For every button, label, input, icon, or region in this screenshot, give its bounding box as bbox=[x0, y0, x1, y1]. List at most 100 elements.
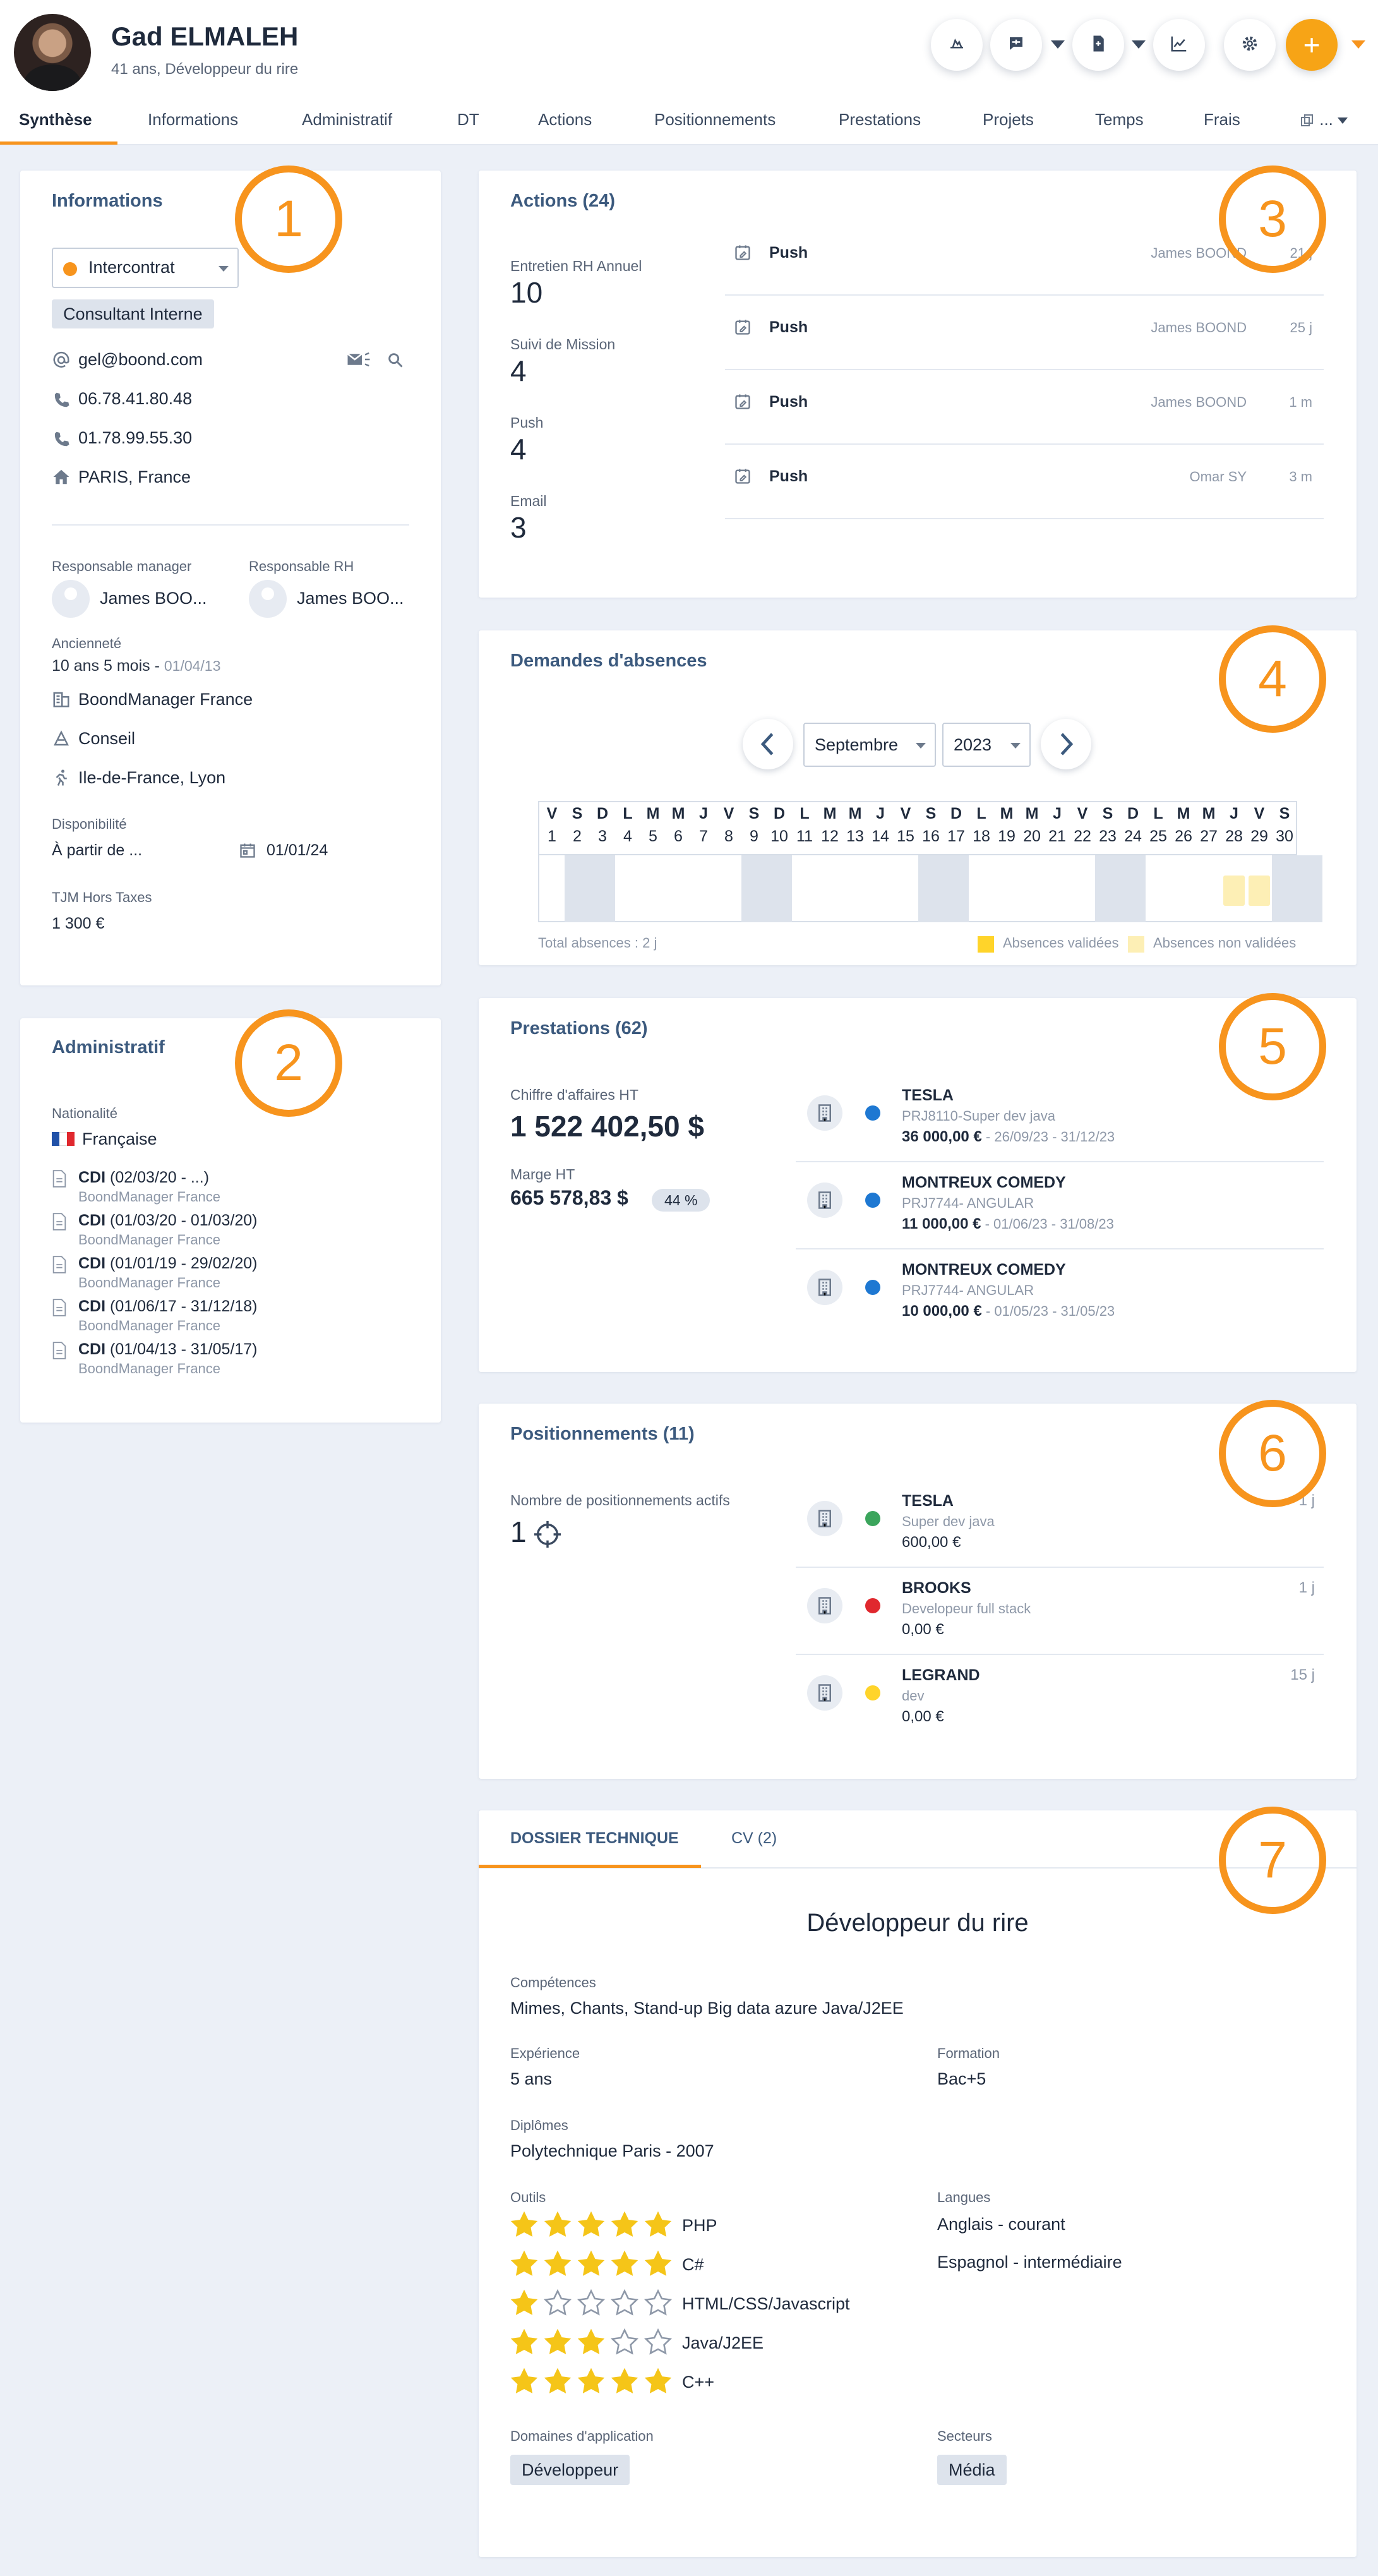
email-value[interactable]: gel@boond.com bbox=[78, 350, 203, 370]
message-dropdown-icon[interactable] bbox=[1051, 40, 1065, 49]
calendar-day[interactable]: 15 bbox=[893, 828, 918, 846]
calendar-day[interactable]: 14 bbox=[868, 828, 893, 846]
building-icon bbox=[815, 1509, 834, 1528]
tab-informations[interactable]: Informations bbox=[148, 110, 238, 129]
calendar-day[interactable]: 22 bbox=[1070, 828, 1095, 846]
calendar-day[interactable]: 13 bbox=[842, 828, 868, 846]
skills-label: Compétences bbox=[510, 1975, 596, 1990]
manager-name[interactable]: James BOO... bbox=[100, 589, 207, 608]
calendar-day[interactable]: 24 bbox=[1120, 828, 1146, 846]
calendar-day[interactable]: 8 bbox=[716, 828, 741, 846]
calendar-day[interactable]: 11 bbox=[792, 828, 817, 846]
contract-line[interactable]: CDI (02/03/20 - ...) bbox=[78, 1169, 209, 1187]
calendar-day[interactable]: 1 bbox=[539, 828, 565, 846]
calendar-day[interactable]: 10 bbox=[767, 828, 792, 846]
next-month-button[interactable] bbox=[1041, 719, 1091, 769]
tab-prestations[interactable]: Prestations bbox=[839, 110, 921, 129]
avatar[interactable] bbox=[14, 14, 91, 91]
phone-1[interactable]: 06.78.41.80.48 bbox=[78, 389, 192, 409]
tab-temps[interactable]: Temps bbox=[1095, 110, 1144, 129]
calendar-edit-icon bbox=[734, 393, 752, 411]
tab-actions[interactable]: Actions bbox=[538, 110, 592, 129]
phone-2[interactable]: 01.78.99.55.30 bbox=[78, 428, 192, 448]
position-company[interactable]: BROOKS bbox=[902, 1579, 971, 1598]
tab-administratif[interactable]: Administratif bbox=[302, 110, 392, 129]
calendar-day[interactable]: 29 bbox=[1247, 828, 1272, 846]
calendar-day[interactable]: 26 bbox=[1171, 828, 1196, 846]
calendar-day[interactable]: 25 bbox=[1146, 828, 1171, 846]
prestation-project[interactable]: PRJ8110-Super dev java bbox=[902, 1108, 1055, 1124]
calendar-day[interactable]: 21 bbox=[1045, 828, 1070, 846]
rh-name[interactable]: James BOO... bbox=[297, 589, 404, 608]
action-user[interactable]: Omar SY bbox=[1190, 469, 1247, 485]
action-stat-value: 4 bbox=[510, 354, 527, 387]
calendar-day[interactable]: 6 bbox=[666, 828, 691, 846]
document-button[interactable] bbox=[1072, 19, 1124, 71]
calendar-day[interactable]: 3 bbox=[590, 828, 615, 846]
calendar-day[interactable]: 7 bbox=[691, 828, 716, 846]
calendar-day[interactable]: 9 bbox=[741, 828, 767, 846]
action-user[interactable]: James BOOND bbox=[1151, 320, 1247, 336]
contract-line[interactable]: CDI (01/04/13 - 31/05/17) bbox=[78, 1340, 258, 1359]
prestation-company[interactable]: TESLA bbox=[902, 1086, 954, 1105]
skills-button[interactable] bbox=[931, 19, 983, 71]
tab-cv[interactable]: CV (2) bbox=[731, 1829, 777, 1848]
stats-button[interactable] bbox=[1153, 19, 1205, 71]
calendar-day[interactable]: 16 bbox=[918, 828, 944, 846]
absence-marker[interactable] bbox=[1223, 876, 1245, 906]
tab-more[interactable]: ... bbox=[1300, 110, 1348, 129]
contract-document-icon bbox=[52, 1170, 67, 1188]
tab-positionnements[interactable]: Positionnements bbox=[654, 110, 776, 129]
informations-card: Informations Intercontrat Consultant Int… bbox=[20, 171, 441, 985]
previous-month-button[interactable] bbox=[743, 719, 793, 769]
tab-dt[interactable]: DT bbox=[457, 110, 479, 129]
marge-percent-badge: 44 % bbox=[652, 1189, 710, 1212]
active-positions-count: 1 bbox=[510, 1515, 527, 1548]
prestation-amount: 36 000,00 € bbox=[902, 1128, 982, 1145]
calendar-day[interactable]: 5 bbox=[640, 828, 666, 846]
contract-line[interactable]: CDI (01/01/19 - 29/02/20) bbox=[78, 1255, 258, 1273]
prestation-company[interactable]: MONTREUX COMEDY bbox=[902, 1261, 1066, 1279]
document-dropdown-icon[interactable] bbox=[1132, 40, 1146, 49]
settings-button[interactable] bbox=[1224, 19, 1276, 71]
contract-line[interactable]: CDI (01/03/20 - 01/03/20) bbox=[78, 1212, 258, 1230]
position-role[interactable]: Developeur full stack bbox=[902, 1601, 1031, 1617]
tool-name: Java/J2EE bbox=[682, 2333, 764, 2352]
calendar-day[interactable]: 4 bbox=[615, 828, 640, 846]
month-select[interactable]: Septembre bbox=[803, 723, 936, 767]
position-company[interactable]: LEGRAND bbox=[902, 1666, 980, 1685]
send-email-icon[interactable] bbox=[346, 350, 371, 369]
position-role[interactable]: dev bbox=[902, 1688, 924, 1704]
calendar-day[interactable]: 17 bbox=[944, 828, 969, 846]
search-icon[interactable] bbox=[386, 351, 404, 369]
prestation-company[interactable]: MONTREUX COMEDY bbox=[902, 1174, 1066, 1192]
actions-title: Actions (24) bbox=[510, 191, 615, 211]
calendar-day[interactable]: 20 bbox=[1019, 828, 1045, 846]
action-user[interactable]: James BOOND bbox=[1151, 394, 1247, 411]
year-select[interactable]: 2023 bbox=[942, 723, 1031, 767]
calendar-day[interactable]: 18 bbox=[969, 828, 994, 846]
tab-projets[interactable]: Projets bbox=[983, 110, 1034, 129]
prestation-project[interactable]: PRJ7744- ANGULAR bbox=[902, 1195, 1034, 1212]
add-button[interactable]: + bbox=[1286, 19, 1338, 71]
contract-line[interactable]: CDI (01/06/17 - 31/12/18) bbox=[78, 1297, 258, 1316]
calendar-day[interactable]: 23 bbox=[1095, 828, 1120, 846]
tab-dossier-technique[interactable]: DOSSIER TECHNIQUE bbox=[510, 1829, 679, 1848]
tab-frais[interactable]: Frais bbox=[1204, 110, 1240, 129]
add-dropdown-icon[interactable] bbox=[1351, 40, 1365, 49]
tjm-label: TJM Hors Taxes bbox=[52, 889, 152, 905]
position-company[interactable]: TESLA bbox=[902, 1492, 954, 1510]
calendar-day[interactable]: 27 bbox=[1196, 828, 1221, 846]
status-select[interactable]: Intercontrat bbox=[52, 248, 239, 288]
message-button[interactable] bbox=[990, 19, 1042, 71]
absence-marker[interactable] bbox=[1249, 876, 1270, 906]
calendar-day[interactable]: 28 bbox=[1221, 828, 1247, 846]
calendar-day[interactable]: 19 bbox=[994, 828, 1019, 846]
position-role[interactable]: Super dev java bbox=[902, 1514, 995, 1530]
calendar-day[interactable]: 30 bbox=[1272, 828, 1297, 846]
tab-synthese[interactable]: Synthèse bbox=[19, 110, 92, 129]
calendar-day[interactable]: 2 bbox=[565, 828, 590, 846]
calendar-day[interactable]: 12 bbox=[817, 828, 842, 846]
calendar-weekday: J bbox=[876, 805, 885, 822]
prestation-project[interactable]: PRJ7744- ANGULAR bbox=[902, 1282, 1034, 1299]
